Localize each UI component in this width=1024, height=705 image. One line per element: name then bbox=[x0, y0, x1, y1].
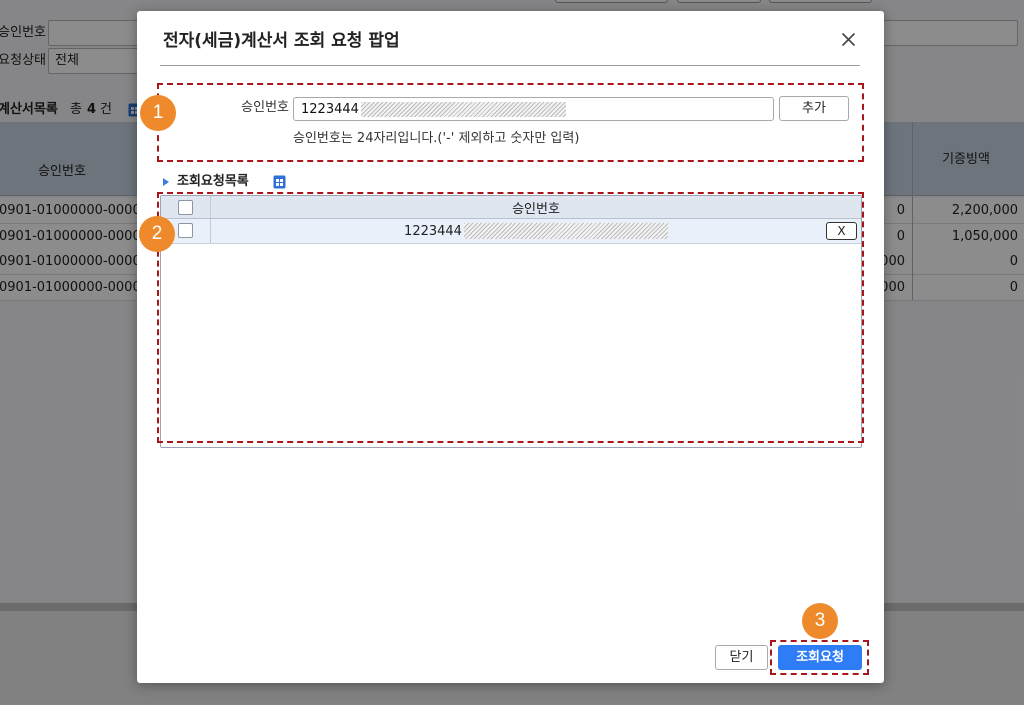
section-bullet-icon bbox=[163, 178, 169, 186]
modal-title: 전자(세금)계산서 조회 요청 팝업 bbox=[163, 31, 400, 51]
close-icon[interactable] bbox=[839, 30, 857, 48]
highlight-box-request-list bbox=[157, 192, 864, 443]
step-badge-2: 2 bbox=[139, 216, 175, 252]
close-button[interactable]: 닫기 bbox=[715, 645, 768, 670]
title-divider bbox=[160, 65, 860, 66]
request-list-title: 조회요청목록 bbox=[177, 174, 249, 189]
step-badge-3: 3 bbox=[802, 603, 838, 639]
highlight-box-submit bbox=[770, 640, 869, 675]
highlight-box-input-section bbox=[157, 83, 864, 162]
invoice-query-request-modal: 전자(세금)계산서 조회 요청 팝업 승인번호 1223444 추가 승인번호는… bbox=[137, 11, 884, 683]
excel-icon[interactable] bbox=[273, 175, 286, 189]
step-badge-1: 1 bbox=[140, 95, 176, 131]
